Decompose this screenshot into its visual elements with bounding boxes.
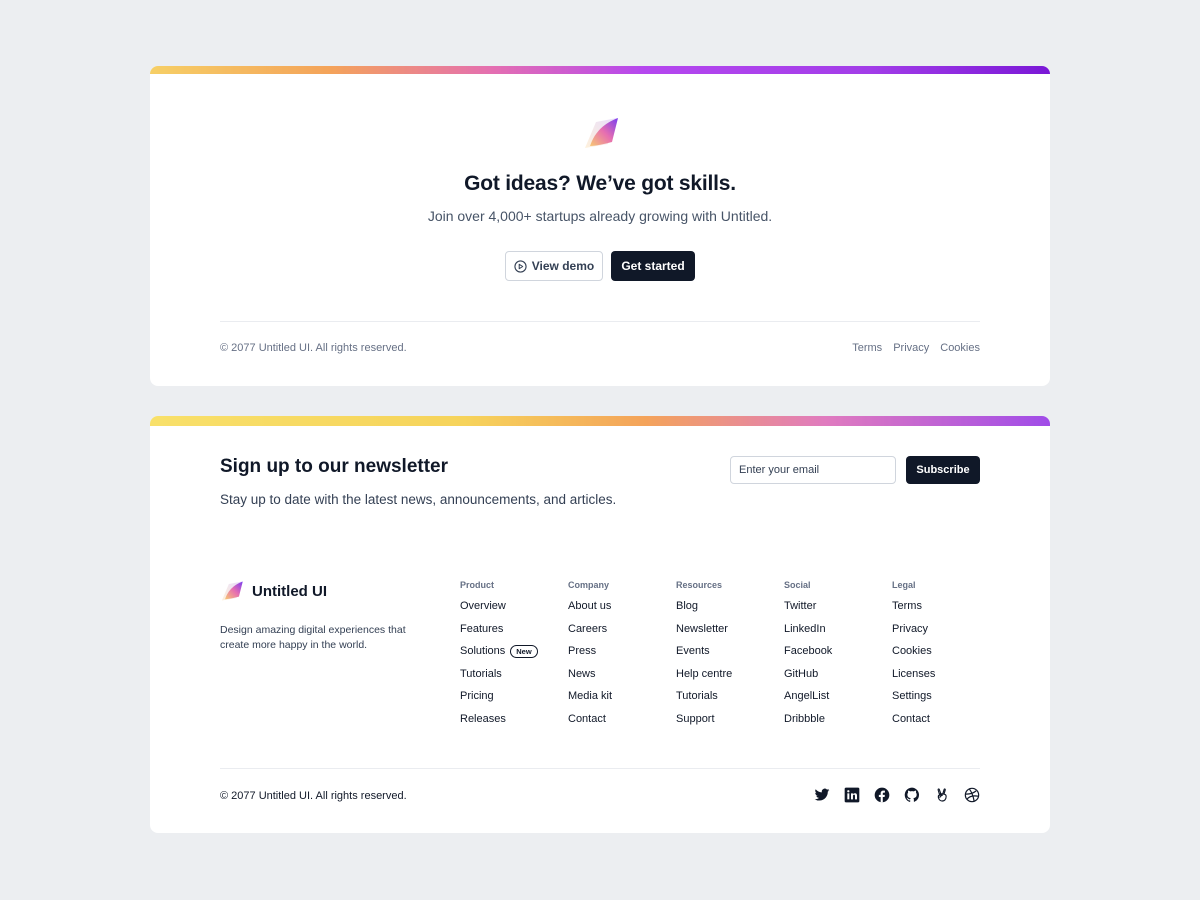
footer-link[interactable]: GitHub <box>784 668 884 691</box>
cta-title: Got ideas? We’ve got skills. <box>464 172 736 195</box>
newsletter-subtitle: Stay up to date with the latest news, an… <box>220 492 617 507</box>
angellist-icon[interactable] <box>934 787 950 803</box>
brand-name: Untitled UI <box>252 582 327 600</box>
twitter-icon[interactable] <box>814 787 830 803</box>
footer-link[interactable]: Support <box>676 713 776 736</box>
footer-link[interactable]: News <box>568 668 668 691</box>
column-heading: Resources <box>676 580 723 590</box>
dribbble-icon[interactable] <box>964 787 980 803</box>
footer-column-social: Social Twitter LinkedIn Facebook GitHub … <box>784 580 884 735</box>
footer-link[interactable]: Media kit <box>568 690 668 713</box>
footer-link[interactable]: Careers <box>568 623 668 646</box>
footer-link[interactable]: Blog <box>676 600 776 623</box>
brand: Untitled UI <box>220 580 327 602</box>
footer-column-product: Product Overview Features Solutions New T… <box>460 580 560 735</box>
footer-link[interactable]: Tutorials <box>460 668 560 691</box>
copyright-text: © 2077 Untitled UI. All rights reserved. <box>220 790 407 802</box>
column-heading: Legal <box>892 580 916 590</box>
subscribe-button[interactable]: Subscribe <box>906 456 980 484</box>
column-heading: Product <box>460 580 495 590</box>
new-badge: New <box>510 645 538 658</box>
footer-link[interactable]: Facebook <box>784 645 884 668</box>
footer-link[interactable]: Cookies <box>892 645 992 668</box>
terms-link[interactable]: Terms <box>852 342 882 354</box>
social-icons <box>814 787 980 803</box>
footer-link[interactable]: Pricing <box>460 690 560 713</box>
footer-link[interactable]: Help centre <box>676 668 776 691</box>
privacy-link[interactable]: Privacy <box>893 342 929 354</box>
footer-link[interactable]: Overview <box>460 600 560 623</box>
divider <box>220 321 980 322</box>
play-circle-icon <box>514 259 527 273</box>
footer-link[interactable]: AngelList <box>784 690 884 713</box>
cta-subtitle: Join over 4,000+ startups already growin… <box>427 208 773 224</box>
newsletter-title: Sign up to our newsletter <box>220 456 449 477</box>
gradient-bar <box>150 66 1050 74</box>
email-input[interactable] <box>730 456 896 484</box>
divider <box>220 768 980 769</box>
footer-column-legal: Legal Terms Privacy Cookies Licenses Set… <box>892 580 992 735</box>
view-demo-button[interactable]: View demo <box>505 251 603 281</box>
view-demo-label: View demo <box>531 259 595 273</box>
footer-column-resources: Resources Blog Newsletter Events Help ce… <box>676 580 776 735</box>
get-started-button[interactable]: Get started <box>611 251 695 281</box>
footer-link[interactable]: Releases <box>460 713 560 736</box>
footer-link[interactable]: Terms <box>892 600 992 623</box>
footer-link[interactable]: Features <box>460 623 560 646</box>
footer-card: Sign up to our newsletter Stay up to dat… <box>150 416 1050 833</box>
column-heading: Company <box>568 580 610 590</box>
copyright-text: © 2077 Untitled UI. All rights reserved. <box>220 342 407 354</box>
footer-link[interactable]: Settings <box>892 690 992 713</box>
footer-link[interactable]: Events <box>676 645 776 668</box>
footer-link[interactable]: Privacy <box>892 623 992 646</box>
logo-icon <box>221 581 243 601</box>
logo-icon <box>585 118 618 148</box>
footer-link[interactable]: Twitter <box>784 600 884 623</box>
legal-links: Terms Privacy Cookies <box>852 342 980 354</box>
footer-link[interactable]: LinkedIn <box>784 623 884 646</box>
linkedin-icon[interactable] <box>844 787 860 803</box>
gradient-bar <box>150 416 1050 426</box>
footer-link[interactable]: Tutorials <box>676 690 776 713</box>
footer-link[interactable]: Press <box>568 645 668 668</box>
github-icon[interactable] <box>904 787 920 803</box>
footer-link[interactable]: Newsletter <box>676 623 776 646</box>
column-heading: Social <box>784 580 811 590</box>
brand-description: Design amazing digital experiences that … <box>220 624 406 651</box>
footer-column-company: Company About us Careers Press News Medi… <box>568 580 668 735</box>
footer-link[interactable]: Licenses <box>892 668 992 691</box>
footer-link[interactable]: Solutions New <box>460 645 560 668</box>
footer-link[interactable]: Contact <box>892 713 992 736</box>
cta-card: Got ideas? We’ve got skills. Join over 4… <box>150 66 1050 386</box>
footer-link[interactable]: Dribbble <box>784 713 884 736</box>
footer-link[interactable]: About us <box>568 600 668 623</box>
cookies-link[interactable]: Cookies <box>940 342 980 354</box>
facebook-icon[interactable] <box>874 787 890 803</box>
footer-link[interactable]: Contact <box>568 713 668 736</box>
